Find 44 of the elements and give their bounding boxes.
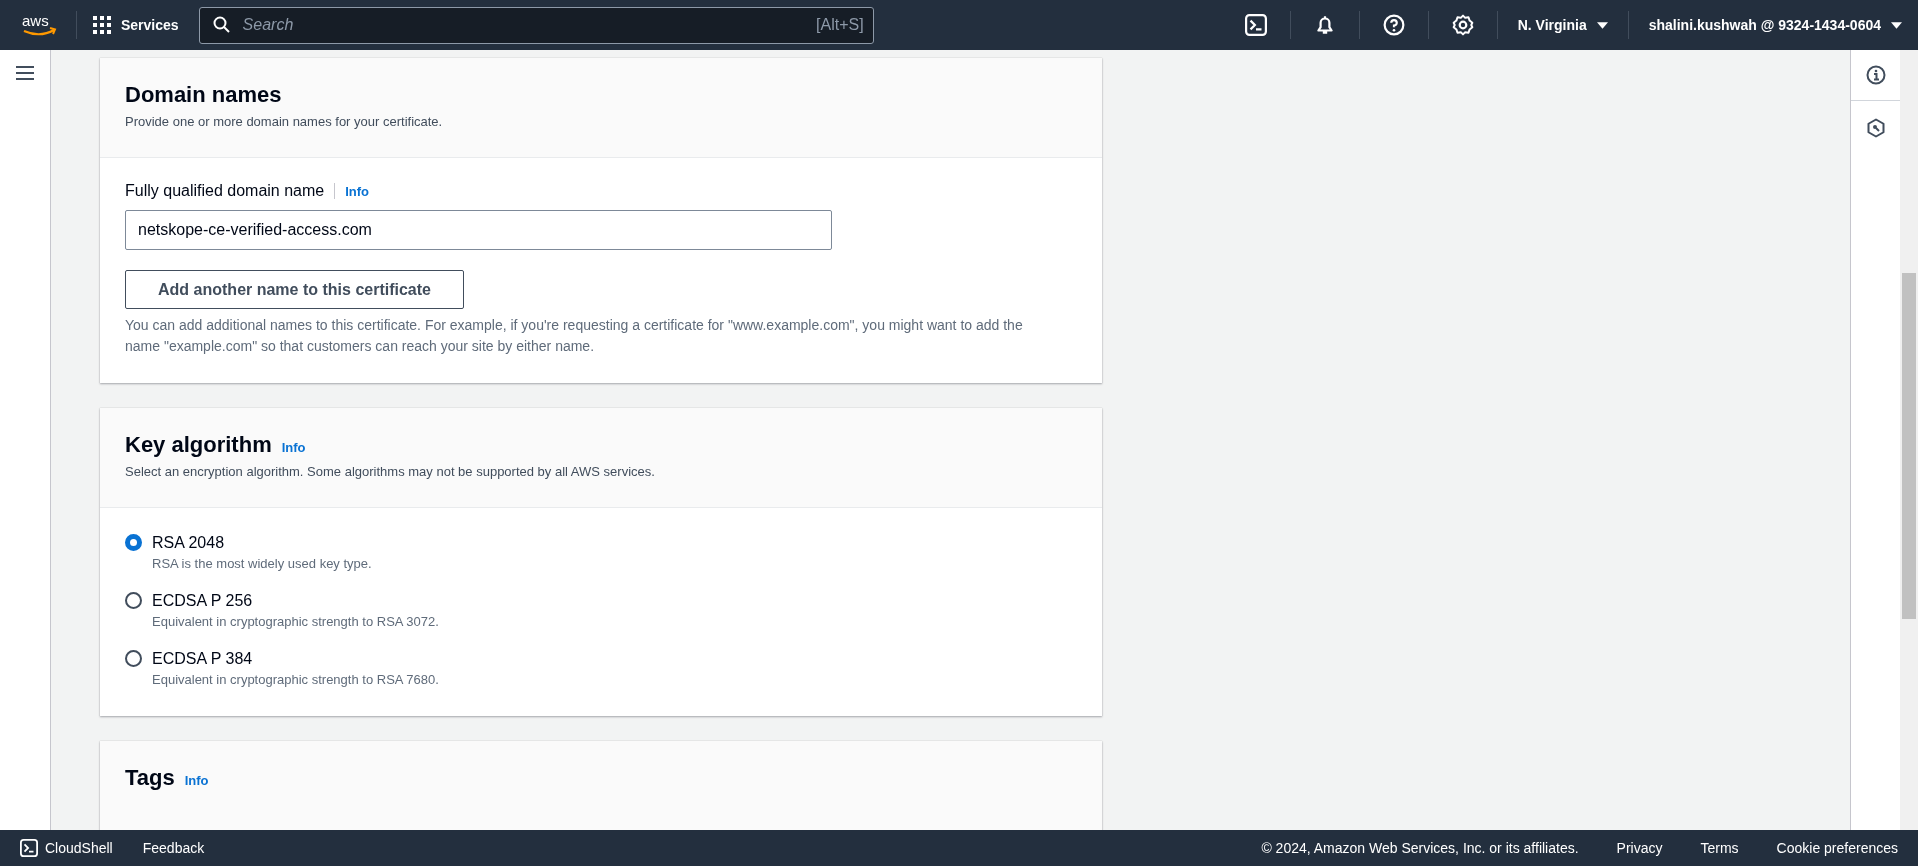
caret-icon bbox=[1891, 21, 1902, 29]
section-title: Key algorithm bbox=[125, 431, 272, 459]
info-link[interactable]: Info bbox=[345, 183, 370, 199]
menu-icon[interactable] bbox=[16, 66, 34, 80]
region-menu[interactable]: N. Virginia bbox=[1513, 17, 1612, 33]
terminal-icon[interactable] bbox=[1244, 14, 1267, 36]
hint-text: You can add additional names to this certificate. For example, if you're requesting a certificate for "www.example.com", you might want to add the name "example.com" so that customers can reach your site by either name. bbox=[125, 316, 1024, 356]
hexagon-icon[interactable] bbox=[1865, 118, 1886, 138]
option-description: Equivalent in cryptographic strength to RSA 3072. bbox=[152, 613, 439, 631]
radio-button[interactable] bbox=[125, 592, 142, 609]
footer-link[interactable]: Cookie preferences bbox=[1776, 840, 1898, 856]
section-description: Provide one or more domain names for your certificate. bbox=[125, 114, 444, 129]
help-icon[interactable] bbox=[1382, 14, 1405, 36]
settings-icon[interactable] bbox=[1451, 14, 1474, 36]
feedback-link[interactable]: Feedback bbox=[142, 840, 205, 856]
field-label: Fully qualified domain name bbox=[125, 182, 325, 200]
footer-link[interactable]: Terms bbox=[1700, 840, 1739, 856]
domain-input[interactable]: netskope-ce-verified-access.com bbox=[125, 210, 832, 250]
option-description: RSA is the most widely used key type. bbox=[152, 555, 372, 573]
grid-icon bbox=[93, 16, 111, 34]
footer-link[interactable]: Privacy bbox=[1616, 840, 1663, 856]
copyright-text: © 2024, Amazon Web Services, Inc. or its affiliates. bbox=[1261, 840, 1579, 856]
radio-button[interactable] bbox=[125, 650, 142, 667]
caret-icon bbox=[1596, 21, 1608, 29]
scrollbar-thumb[interactable] bbox=[1902, 273, 1916, 619]
info-icon[interactable] bbox=[1865, 65, 1886, 85]
add-name-button[interactable]: Add another name to this certificate bbox=[125, 270, 464, 309]
terminal-icon bbox=[20, 839, 38, 857]
option-description: Equivalent in cryptographic strength to RSA 7680. bbox=[152, 671, 439, 689]
section-title: Tags bbox=[125, 764, 175, 792]
radio-button[interactable] bbox=[125, 534, 142, 551]
aws-logo[interactable]: aws bbox=[20, 11, 60, 39]
section-title: Domain names bbox=[125, 81, 282, 109]
info-link[interactable]: Info bbox=[184, 773, 209, 788]
cloudshell-button[interactable]: CloudShell bbox=[20, 839, 113, 857]
option-label: ECDSA P 256 bbox=[152, 591, 254, 611]
option-label: RSA 2048 bbox=[152, 533, 226, 553]
section-description: Select an encryption algorithm. Some algorithms may not be supported by all AWS services. bbox=[125, 464, 656, 479]
shortcut-hint: [Alt+S] bbox=[816, 15, 864, 34]
account-menu[interactable]: shalini.kushwah @ 9324-1434-0604 bbox=[1644, 17, 1906, 33]
search-icon bbox=[212, 15, 231, 34]
services-menu[interactable]: Services bbox=[93, 16, 179, 34]
option-label: ECDSA P 384 bbox=[152, 649, 254, 669]
info-link[interactable]: Info bbox=[281, 440, 306, 455]
